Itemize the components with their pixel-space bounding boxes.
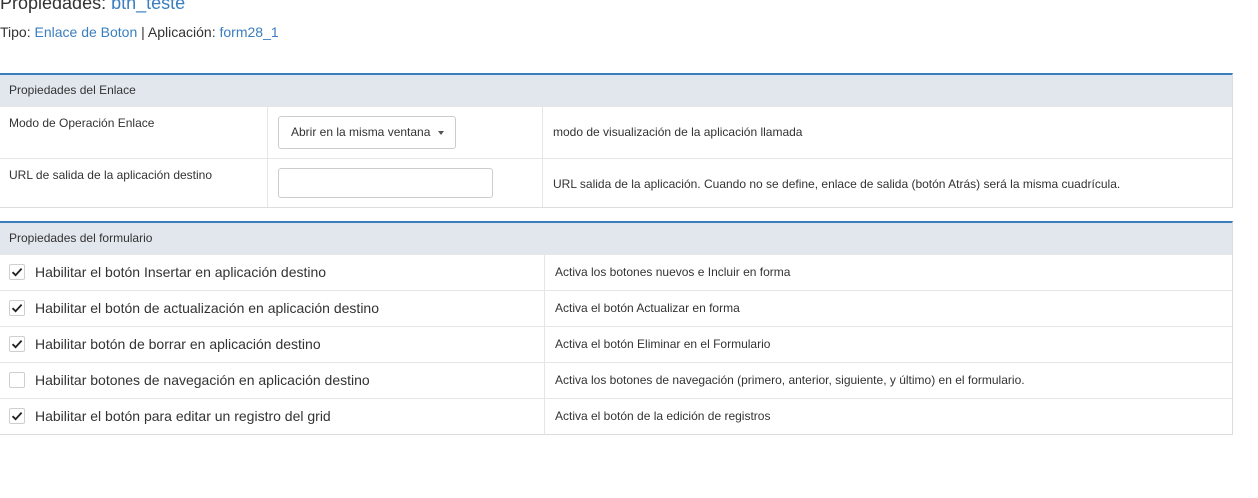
- exit-url-label: URL de salida de la aplicación destino: [9, 168, 213, 182]
- form-properties-section: Propiedades del formulario Habilitar el …: [0, 221, 1233, 435]
- form-option-help: Activa el botón Eliminar en el Formulari…: [555, 337, 771, 351]
- caret-down-icon: [438, 131, 444, 135]
- form-option-row: Habilitar botón de borrar en aplicación …: [0, 326, 1232, 362]
- form-option-control-cell: Habilitar botón de borrar en aplicación …: [0, 327, 545, 362]
- form-option-help-cell: Activa los botones de navegación (primer…: [545, 363, 1232, 398]
- exit-url-control-cell: [268, 159, 543, 207]
- link-mode-select-value: Abrir en la misma ventana: [291, 125, 431, 139]
- type-label: Tipo:: [0, 24, 31, 40]
- meta-separator: |: [141, 24, 145, 40]
- checkmark-icon: [11, 411, 23, 421]
- form-option-row: Habilitar el botón para editar un regist…: [0, 398, 1232, 434]
- link-mode-row: Modo de Operación Enlace Abrir en la mis…: [0, 106, 1232, 158]
- link-mode-help: modo de visualización de la aplicación l…: [553, 125, 803, 139]
- object-name: btn_teste: [111, 0, 186, 13]
- form-option-label: Habilitar botón de borrar en aplicación …: [35, 336, 321, 352]
- type-value-link[interactable]: Enlace de Boton: [35, 24, 138, 40]
- link-mode-label: Modo de Operación Enlace: [9, 116, 155, 130]
- checkmark-icon: [11, 303, 23, 313]
- form-option-help-cell: Activa el botón de la edición de registr…: [545, 399, 1232, 434]
- form-option-row: Habilitar botones de navegación en aplic…: [0, 362, 1232, 398]
- form-option-help-cell: Activa los botones nuevos e Incluir en f…: [545, 255, 1232, 290]
- form-option-control-cell: Habilitar el botón de actualización en a…: [0, 291, 545, 326]
- link-mode-help-cell: modo de visualización de la aplicación l…: [543, 107, 1232, 158]
- link-mode-label-cell: Modo de Operación Enlace: [0, 107, 268, 158]
- form-option-control-cell: Habilitar el botón para editar un regist…: [0, 399, 545, 434]
- form-option-help-cell: Activa el botón Eliminar en el Formulari…: [545, 327, 1232, 362]
- app-value-link[interactable]: form28_1: [220, 24, 279, 40]
- form-option-label: Habilitar el botón para editar un regist…: [35, 408, 331, 424]
- checkbox-edit-record[interactable]: [9, 408, 25, 424]
- form-option-help: Activa el botón de la edición de registr…: [555, 409, 771, 423]
- form-option-row: Habilitar el botón Insertar en aplicació…: [0, 254, 1232, 290]
- link-mode-select[interactable]: Abrir en la misma ventana: [278, 116, 456, 149]
- section-header-link: Propiedades del Enlace: [0, 75, 1232, 106]
- exit-url-help-cell: URL salida de la aplicación. Cuando no s…: [543, 159, 1232, 207]
- form-option-help: Activa los botones nuevos e Incluir en f…: [555, 265, 791, 279]
- section-header-form: Propiedades del formulario: [0, 223, 1232, 254]
- object-meta: Tipo: Enlace de Boton | Aplicación: form…: [0, 23, 279, 41]
- app-label: Aplicación:: [147, 24, 216, 40]
- form-option-control-cell: Habilitar botones de navegación en aplic…: [0, 363, 545, 398]
- form-option-help-cell: Activa el botón Actualizar en forma: [545, 291, 1232, 326]
- exit-url-row: URL de salida de la aplicación destino U…: [0, 158, 1232, 207]
- form-option-row: Habilitar el botón de actualización en a…: [0, 290, 1232, 326]
- exit-url-input[interactable]: [278, 168, 493, 198]
- checkbox-navigation[interactable]: [9, 372, 25, 388]
- link-properties-section: Propiedades del Enlace Modo de Operación…: [0, 73, 1233, 208]
- form-option-control-cell: Habilitar el botón Insertar en aplicació…: [0, 255, 545, 290]
- checkbox-delete[interactable]: [9, 336, 25, 352]
- exit-url-help: URL salida de la aplicación. Cuando no s…: [553, 177, 1121, 191]
- checkbox-update[interactable]: [9, 300, 25, 316]
- title-prefix: Propiedades:: [0, 0, 107, 13]
- exit-url-label-cell: URL de salida de la aplicación destino: [0, 159, 268, 207]
- form-option-help: Activa el botón Actualizar en forma: [555, 301, 740, 315]
- link-mode-control-cell: Abrir en la misma ventana: [268, 107, 543, 158]
- form-option-help: Activa los botones de navegación (primer…: [555, 373, 1025, 387]
- checkmark-icon: [11, 267, 23, 277]
- form-option-label: Habilitar el botón de actualización en a…: [35, 300, 379, 316]
- form-option-label: Habilitar el botón Insertar en aplicació…: [35, 264, 327, 280]
- checkbox-insert[interactable]: [9, 264, 25, 280]
- properties-page: Propiedades: btn_teste Tipo: Enlace de B…: [0, 0, 1258, 498]
- checkmark-icon: [11, 339, 23, 349]
- page-title: Propiedades: btn_teste: [0, 0, 185, 15]
- form-option-label: Habilitar botones de navegación en aplic…: [35, 372, 370, 388]
